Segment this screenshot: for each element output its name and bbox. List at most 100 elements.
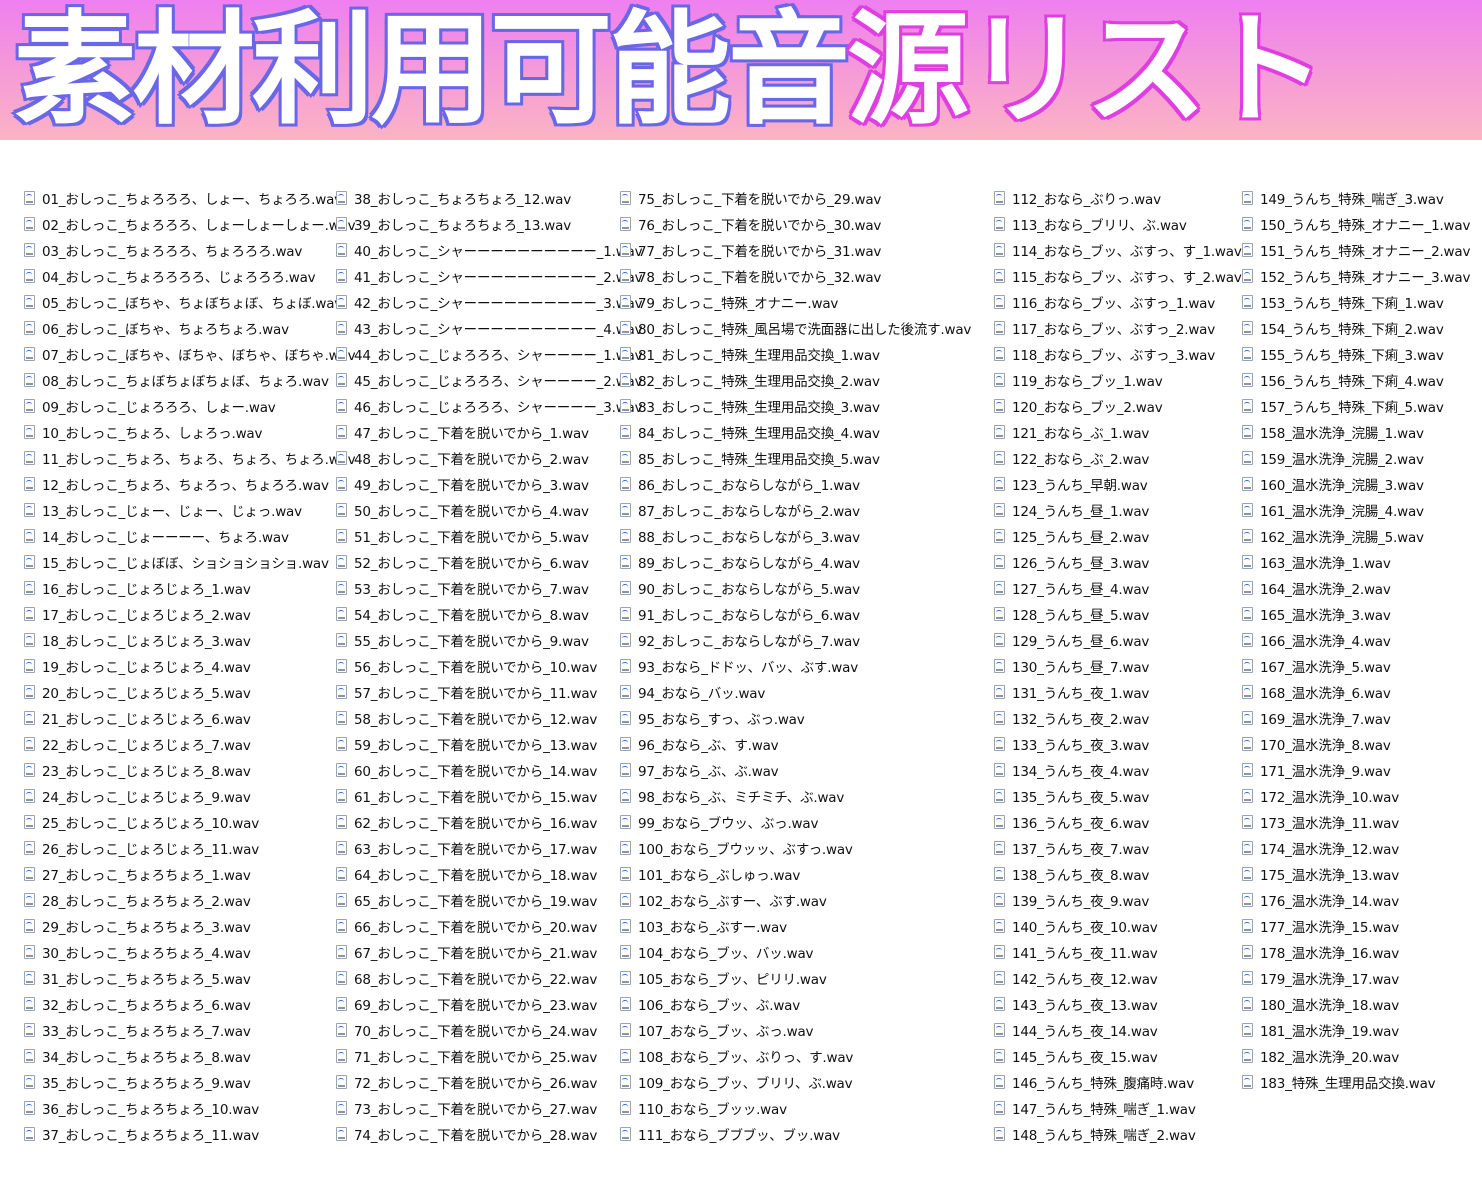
file-item[interactable]: 38_おしっこ_ちょろちょろ_12.wav (336, 185, 642, 211)
file-item[interactable]: 151_うんち_特殊_オナニー_2.wav (1242, 237, 1470, 263)
file-item[interactable]: 75_おしっこ_下着を脱いでから_29.wav (620, 185, 971, 211)
file-item[interactable]: 177_温水洗浄_15.wav (1242, 913, 1470, 939)
file-item[interactable]: 166_温水洗浄_4.wav (1242, 627, 1470, 653)
file-item[interactable]: 91_おしっこ_おならしながら_6.wav (620, 601, 971, 627)
file-item[interactable]: 23_おしっこ_じょろじょろ_8.wav (24, 757, 355, 783)
file-item[interactable]: 82_おしっこ_特殊_生理用品交換_2.wav (620, 367, 971, 393)
file-item[interactable]: 155_うんち_特殊_下痢_3.wav (1242, 341, 1470, 367)
file-item[interactable]: 64_おしっこ_下着を脱いでから_18.wav (336, 861, 642, 887)
file-item[interactable]: 104_おなら_ブッ、バッ.wav (620, 939, 971, 965)
file-item[interactable]: 116_おなら_ブッ、ぶすっ_1.wav (994, 289, 1242, 315)
file-item[interactable]: 57_おしっこ_下着を脱いでから_11.wav (336, 679, 642, 705)
file-item[interactable]: 92_おしっこ_おならしながら_7.wav (620, 627, 971, 653)
file-item[interactable]: 150_うんち_特殊_オナニー_1.wav (1242, 211, 1470, 237)
file-item[interactable]: 148_うんち_特殊_喘ぎ_2.wav (994, 1121, 1242, 1147)
file-item[interactable]: 21_おしっこ_じょろじょろ_6.wav (24, 705, 355, 731)
file-item[interactable]: 39_おしっこ_ちょろちょろ_13.wav (336, 211, 642, 237)
file-item[interactable]: 106_おなら_ブッ、ぶ.wav (620, 991, 971, 1017)
file-item[interactable]: 171_温水洗浄_9.wav (1242, 757, 1470, 783)
file-item[interactable]: 36_おしっこ_ちょろちょろ_10.wav (24, 1095, 355, 1121)
file-item[interactable]: 101_おなら_ぶしゅっ.wav (620, 861, 971, 887)
file-item[interactable]: 102_おなら_ぶすー、ぶす.wav (620, 887, 971, 913)
file-item[interactable]: 86_おしっこ_おならしながら_1.wav (620, 471, 971, 497)
file-item[interactable]: 180_温水洗浄_18.wav (1242, 991, 1470, 1017)
file-item[interactable]: 113_おなら_ブリリ、ぶ.wav (994, 211, 1242, 237)
file-item[interactable]: 126_うんち_昼_3.wav (994, 549, 1242, 575)
file-item[interactable]: 117_おなら_ブッ、ぶすっ_2.wav (994, 315, 1242, 341)
file-item[interactable]: 78_おしっこ_下着を脱いでから_32.wav (620, 263, 971, 289)
file-item[interactable]: 11_おしっこ_ちょろ、ちょろ、ちょろ、ちょろ.wav (24, 445, 356, 471)
file-item[interactable]: 74_おしっこ_下着を脱いでから_28.wav (336, 1121, 642, 1147)
file-item[interactable]: 168_温水洗浄_6.wav (1242, 679, 1470, 705)
file-item[interactable]: 145_うんち_夜_15.wav (994, 1043, 1242, 1069)
file-item[interactable]: 16_おしっこ_じょろじょろ_1.wav (24, 575, 355, 601)
file-item[interactable]: 90_おしっこ_おならしながら_5.wav (620, 575, 971, 601)
file-item[interactable]: 173_温水洗浄_11.wav (1242, 809, 1470, 835)
file-item[interactable]: 51_おしっこ_下着を脱いでから_5.wav (336, 523, 642, 549)
file-item[interactable]: 142_うんち_夜_12.wav (994, 965, 1242, 991)
file-item[interactable]: 99_おなら_ブウッ、ぶっ.wav (620, 809, 971, 835)
file-item[interactable]: 130_うんち_昼_7.wav (994, 653, 1242, 679)
file-item[interactable]: 31_おしっこ_ちょろちょろ_5.wav (24, 965, 355, 991)
file-item[interactable]: 58_おしっこ_下着を脱いでから_12.wav (336, 705, 642, 731)
file-item[interactable]: 134_うんち_夜_4.wav (994, 757, 1242, 783)
file-item[interactable]: 149_うんち_特殊_喘ぎ_3.wav (1242, 185, 1470, 211)
file-item[interactable]: 65_おしっこ_下着を脱いでから_19.wav (336, 887, 642, 913)
file-item[interactable]: 67_おしっこ_下着を脱いでから_21.wav (336, 939, 642, 965)
file-item[interactable]: 63_おしっこ_下着を脱いでから_17.wav (336, 835, 642, 861)
file-item[interactable]: 56_おしっこ_下着を脱いでから_10.wav (336, 653, 642, 679)
file-item[interactable]: 83_おしっこ_特殊_生理用品交換_3.wav (620, 393, 971, 419)
file-item[interactable]: 135_うんち_夜_5.wav (994, 783, 1242, 809)
file-item[interactable]: 127_うんち_昼_4.wav (994, 575, 1242, 601)
file-item[interactable]: 41_おしっこ_シャーーーーーーーーーー_2.wav (336, 263, 643, 289)
file-item[interactable]: 42_おしっこ_シャーーーーーーーーーー_3.wav (336, 289, 643, 315)
file-item[interactable]: 06_おしっこ_ぼちゃ、ちょろちょろ.wav (24, 315, 355, 341)
file-item[interactable]: 140_うんち_夜_10.wav (994, 913, 1242, 939)
file-item[interactable]: 110_おなら_ブッッ.wav (620, 1095, 971, 1121)
file-item[interactable]: 77_おしっこ_下着を脱いでから_31.wav (620, 237, 971, 263)
file-item[interactable]: 47_おしっこ_下着を脱いでから_1.wav (336, 419, 642, 445)
file-item[interactable]: 70_おしっこ_下着を脱いでから_24.wav (336, 1017, 642, 1043)
file-item[interactable]: 68_おしっこ_下着を脱いでから_22.wav (336, 965, 642, 991)
file-item[interactable]: 44_おしっこ_じょろろろ、シャーーーー_1.wav (336, 341, 643, 367)
file-item[interactable]: 48_おしっこ_下着を脱いでから_2.wav (336, 445, 642, 471)
file-item[interactable]: 159_温水洗浄_浣腸_2.wav (1242, 445, 1470, 471)
file-item[interactable]: 152_うんち_特殊_オナニー_3.wav (1242, 263, 1470, 289)
file-item[interactable]: 79_おしっこ_特殊_オナニー.wav (620, 289, 971, 315)
file-item[interactable]: 109_おなら_ブッ、ブリリ、ぶ.wav (620, 1069, 971, 1095)
file-item[interactable]: 146_うんち_特殊_腹痛時.wav (994, 1069, 1242, 1095)
file-item[interactable]: 33_おしっこ_ちょろちょろ_7.wav (24, 1017, 355, 1043)
file-item[interactable]: 32_おしっこ_ちょろちょろ_6.wav (24, 991, 355, 1017)
file-item[interactable]: 05_おしっこ_ぼちゃ、ちょぼちょぼ、ちょぼ.wav (24, 289, 355, 315)
file-item[interactable]: 97_おなら_ぶ、ぶ.wav (620, 757, 971, 783)
file-item[interactable]: 96_おなら_ぶ、す.wav (620, 731, 971, 757)
file-item[interactable]: 182_温水洗浄_20.wav (1242, 1043, 1470, 1069)
file-item[interactable]: 52_おしっこ_下着を脱いでから_6.wav (336, 549, 642, 575)
file-item[interactable]: 128_うんち_昼_5.wav (994, 601, 1242, 627)
file-item[interactable]: 118_おなら_ブッ、ぶすっ_3.wav (994, 341, 1242, 367)
file-item[interactable]: 29_おしっこ_ちょろちょろ_3.wav (24, 913, 355, 939)
file-item[interactable]: 115_おなら_ブッ、ぶすっ、す_2.wav (994, 263, 1242, 289)
file-item[interactable]: 98_おなら_ぶ、ミチミチ、ぶ.wav (620, 783, 971, 809)
file-item[interactable]: 55_おしっこ_下着を脱いでから_9.wav (336, 627, 642, 653)
file-item[interactable]: 10_おしっこ_ちょろ、しょろっ.wav (24, 419, 355, 445)
file-item[interactable]: 04_おしっこ_ちょろろろろ、じょろろろ.wav (24, 263, 355, 289)
file-item[interactable]: 59_おしっこ_下着を脱いでから_13.wav (336, 731, 642, 757)
file-item[interactable]: 129_うんち_昼_6.wav (994, 627, 1242, 653)
file-item[interactable]: 19_おしっこ_じょろじょろ_4.wav (24, 653, 355, 679)
file-item[interactable]: 179_温水洗浄_17.wav (1242, 965, 1470, 991)
file-item[interactable]: 46_おしっこ_じょろろろ、シャーーーー_3.wav (336, 393, 643, 419)
file-item[interactable]: 170_温水洗浄_8.wav (1242, 731, 1470, 757)
file-item[interactable]: 09_おしっこ_じょろろろ、しょー.wav (24, 393, 355, 419)
file-item[interactable]: 121_おなら_ぶ_1.wav (994, 419, 1242, 445)
file-item[interactable]: 147_うんち_特殊_喘ぎ_1.wav (994, 1095, 1242, 1121)
file-item[interactable]: 08_おしっこ_ちょぼちょぼちょぼ、ちょろ.wav (24, 367, 355, 393)
file-item[interactable]: 136_うんち_夜_6.wav (994, 809, 1242, 835)
file-item[interactable]: 138_うんち_夜_8.wav (994, 861, 1242, 887)
file-item[interactable]: 141_うんち_夜_11.wav (994, 939, 1242, 965)
file-item[interactable]: 18_おしっこ_じょろじょろ_3.wav (24, 627, 355, 653)
file-item[interactable]: 133_うんち_夜_3.wav (994, 731, 1242, 757)
file-item[interactable]: 183_特殊_生理用品交換.wav (1242, 1069, 1470, 1095)
file-item[interactable]: 12_おしっこ_ちょろ、ちょろっ、ちょろろ.wav (24, 471, 355, 497)
file-item[interactable]: 37_おしっこ_ちょろちょろ_11.wav (24, 1121, 355, 1147)
